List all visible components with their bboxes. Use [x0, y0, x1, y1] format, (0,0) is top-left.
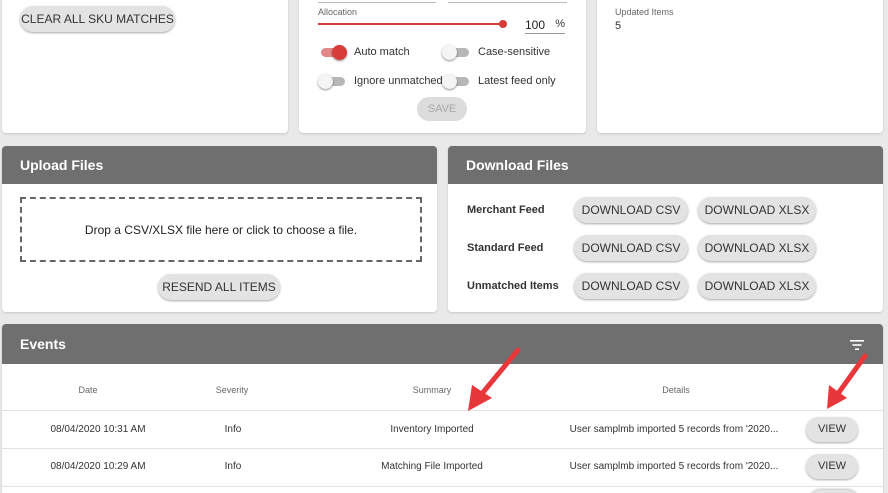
latest-feed-only-toggle[interactable]: [442, 74, 470, 89]
unmatched-download-csv-button[interactable]: DOWNLOAD CSV: [574, 273, 688, 299]
column-header-severity[interactable]: Severity: [186, 385, 278, 395]
standard-download-xlsx-button[interactable]: DOWNLOAD XLSX: [698, 235, 816, 261]
auto-match-label: Auto match: [354, 46, 410, 58]
event-severity: Info: [224, 461, 242, 472]
annotation-arrow: [468, 347, 521, 411]
event-date: 08/04/2020 10:31 AM: [50, 424, 146, 435]
file-drop-zone[interactable]: Drop a CSV/XLSX file here or click to ch…: [20, 197, 422, 262]
allocation-value-field[interactable]: 100 %: [525, 13, 565, 34]
event-summary: Inventory Imported: [390, 424, 474, 435]
unmatched-items-label: Unmatched Items: [467, 280, 559, 292]
event-details: User samplmb imported 5 records from '20…: [569, 424, 779, 435]
drop-zone-text: Drop a CSV/XLSX file here or click to ch…: [84, 222, 358, 237]
event-summary: Matching File Imported: [381, 461, 483, 472]
merchant-download-csv-button[interactable]: DOWNLOAD CSV: [574, 197, 688, 223]
allocation-slider[interactable]: [318, 17, 510, 31]
view-button[interactable]: VIEW: [806, 454, 858, 479]
allocation-unit: %: [555, 18, 565, 30]
merchant-download-xlsx-button[interactable]: DOWNLOAD XLSX: [698, 197, 816, 223]
resend-all-items-button[interactable]: RESEND ALL ITEMS: [158, 274, 280, 300]
stats-card: Updated Items 5: [597, 0, 883, 133]
standard-feed-label: Standard Feed: [467, 242, 544, 254]
allocation-value: 100: [525, 18, 546, 32]
table-row: 08/04/2020 10:31 AM Info Inventory Impor…: [2, 411, 883, 448]
ignore-unmatched-toggle[interactable]: [318, 74, 346, 89]
download-files-title: Download Files: [448, 146, 883, 184]
table-row: 08/04/2020 10:29 AM Info Matching File I…: [2, 449, 883, 486]
filter-icon[interactable]: [849, 338, 865, 350]
sku-card: CLEAR ALL SKU MATCHES: [2, 0, 288, 133]
clear-sku-matches-button[interactable]: CLEAR ALL SKU MATCHES: [20, 6, 175, 32]
upload-files-title: Upload Files: [2, 146, 437, 184]
case-sensitive-label: Case-sensitive: [478, 46, 551, 58]
download-files-card: Download Files Merchant Feed DOWNLOAD CS…: [448, 146, 883, 312]
field-underline-right: [448, 2, 567, 3]
allocation-label: Allocation: [318, 7, 358, 17]
annotation-arrow: [827, 353, 868, 409]
allocation-card: Allocation 100 % Auto match Case-sensiti…: [299, 0, 586, 133]
column-header-details[interactable]: Details: [630, 385, 722, 395]
updated-items-label: Updated Items: [615, 7, 674, 17]
slider-track: [318, 23, 504, 25]
case-sensitive-toggle[interactable]: [442, 45, 470, 60]
row-divider: [2, 486, 883, 487]
save-button[interactable]: SAVE: [417, 97, 467, 121]
field-underline-left: [318, 2, 436, 3]
updated-items-value: 5: [615, 20, 622, 32]
standard-download-csv-button[interactable]: DOWNLOAD CSV: [574, 235, 688, 261]
event-details: User samplmb imported 5 records from '20…: [569, 461, 779, 472]
event-date: 08/04/2020 10:29 AM: [50, 461, 146, 472]
view-button[interactable]: VIEW: [806, 417, 858, 442]
unmatched-download-xlsx-button[interactable]: DOWNLOAD XLSX: [698, 273, 816, 299]
upload-files-card: Upload Files Drop a CSV/XLSX file here o…: [2, 146, 437, 312]
column-header-date[interactable]: Date: [42, 385, 134, 395]
events-card: Events Date Severity Summary Details 08/…: [2, 324, 883, 493]
auto-match-toggle[interactable]: [318, 45, 347, 60]
events-title: Events: [2, 324, 883, 364]
ignore-unmatched-label: Ignore unmatched: [354, 75, 443, 87]
merchant-feed-label: Merchant Feed: [467, 204, 545, 216]
event-severity: Info: [224, 424, 242, 435]
latest-feed-only-label: Latest feed only: [478, 75, 556, 87]
slider-thumb[interactable]: [499, 20, 507, 28]
